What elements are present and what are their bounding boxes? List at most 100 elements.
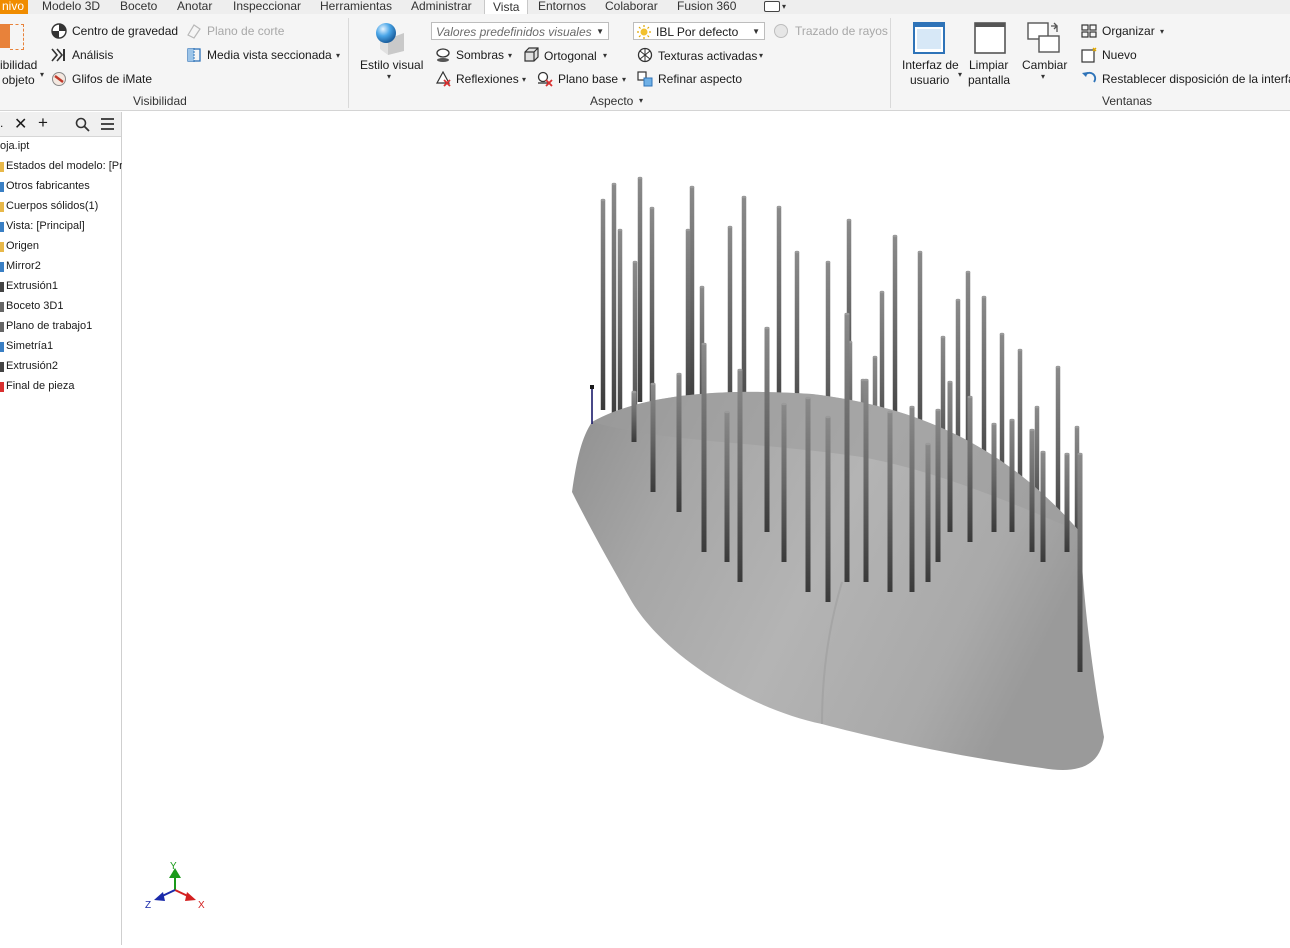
chevron-down-icon[interactable]: ▾ bbox=[603, 51, 607, 60]
tab-colaborar[interactable]: Colaborar bbox=[605, 0, 658, 14]
chevron-down-icon[interactable]: ▾ bbox=[1160, 27, 1164, 36]
browser-node[interactable]: Estados del modelo: [Pri bbox=[0, 160, 125, 172]
chevron-down-icon[interactable]: ▾ bbox=[639, 96, 643, 105]
pin-rod bbox=[689, 187, 695, 412]
pin-rod bbox=[1077, 454, 1083, 672]
clean-screen-label-1[interactable]: Limpiar bbox=[969, 58, 1008, 72]
browser-node[interactable]: Vista: [Principal] bbox=[0, 220, 85, 232]
browser-node[interactable]: Otros fabricantes bbox=[0, 180, 90, 192]
panel-toggle-icon[interactable] bbox=[764, 1, 780, 12]
chevron-down-icon[interactable]: ▾ bbox=[622, 75, 626, 84]
model-browser: . ✕ + oja.ipt Estados del modelo: [Pri Ot… bbox=[0, 112, 125, 945]
browser-node-label: Mirror2 bbox=[6, 260, 41, 272]
tab-modelo-3d[interactable]: Modelo 3D bbox=[42, 0, 100, 14]
add-icon[interactable]: + bbox=[38, 113, 48, 133]
tab-entornos[interactable]: Entornos bbox=[538, 0, 586, 14]
pin-rod-cap bbox=[999, 332, 1005, 336]
switch-window-button[interactable]: Cambiar bbox=[1022, 58, 1067, 72]
textures-button[interactable]: Texturas activadas bbox=[658, 49, 757, 63]
section-plane-button[interactable]: Plano de corte bbox=[207, 24, 284, 38]
visual-presets-dropdown[interactable]: Valores predefinidos visuales ▼ bbox=[431, 22, 609, 40]
user-interface-label-2[interactable]: usuario bbox=[910, 73, 949, 87]
refine-appearance-icon bbox=[637, 71, 653, 87]
pin-rod-cap bbox=[600, 198, 606, 202]
imate-glyphs-button[interactable]: Glifos de iMate bbox=[72, 72, 152, 86]
pin-rod bbox=[967, 397, 973, 542]
chevron-down-icon[interactable]: ▾ bbox=[958, 70, 962, 79]
pin-rod bbox=[1029, 430, 1035, 552]
visual-style-button[interactable]: Estilo visual bbox=[360, 58, 423, 72]
reflections-button[interactable]: Reflexiones bbox=[456, 72, 519, 86]
close-icon[interactable]: ✕ bbox=[14, 114, 27, 134]
pin-rod-cap bbox=[737, 368, 743, 372]
object-visibility-icon[interactable] bbox=[0, 24, 10, 48]
browser-node-icon bbox=[0, 202, 4, 212]
tab-herramientas[interactable]: Herramientas bbox=[320, 0, 392, 14]
pin-rod-cap bbox=[1029, 428, 1035, 432]
browser-node[interactable]: Extrusión1 bbox=[0, 280, 58, 292]
pin-rod-cap bbox=[676, 372, 682, 376]
browser-node[interactable]: Extrusión2 bbox=[0, 360, 58, 372]
browser-file-node[interactable]: oja.ipt bbox=[0, 140, 29, 152]
browser-node[interactable]: Plano de trabajo1 bbox=[0, 320, 92, 332]
reset-layout-button[interactable]: Restablecer disposición de la interfa bbox=[1102, 72, 1290, 86]
ibl-dropdown[interactable]: IBL Por defecto ▼ bbox=[633, 22, 765, 40]
pin-rod bbox=[991, 424, 997, 532]
browser-node[interactable]: Final de pieza bbox=[0, 380, 75, 392]
pin-rod-cap bbox=[724, 410, 730, 414]
ground-plane-button[interactable]: Plano base bbox=[558, 72, 618, 86]
chevron-down-icon[interactable]: ▾ bbox=[1041, 72, 1045, 81]
tab-file[interactable]: nivo bbox=[0, 0, 29, 14]
panel-label-visibilidad: Visibilidad bbox=[133, 94, 187, 108]
orthographic-icon bbox=[524, 47, 539, 62]
browser-node-icon bbox=[0, 302, 4, 312]
menu-icon[interactable] bbox=[100, 117, 115, 131]
browser-node[interactable]: Origen bbox=[0, 240, 39, 252]
object-visibility-label-1[interactable]: ibilidad bbox=[0, 58, 37, 72]
model-render[interactable] bbox=[122, 112, 1290, 945]
half-section-view-button[interactable]: Media vista seccionada bbox=[207, 48, 332, 62]
chevron-down-icon[interactable]: ▾ bbox=[336, 51, 340, 60]
browser-node-label: Boceto 3D1 bbox=[6, 300, 64, 312]
ibl-sun-icon bbox=[637, 25, 651, 39]
analysis-button[interactable]: Análisis bbox=[72, 48, 113, 62]
pin-rod-cap bbox=[872, 355, 878, 359]
new-window-button[interactable]: Nuevo bbox=[1102, 48, 1137, 62]
tab-boceto[interactable]: Boceto bbox=[120, 0, 157, 14]
pin-rod-cap bbox=[649, 206, 655, 210]
chevron-down-icon[interactable]: ▾ bbox=[40, 70, 44, 79]
tab-anotar[interactable]: Anotar bbox=[177, 0, 212, 14]
tab-inspeccionar[interactable]: Inspeccionar bbox=[233, 0, 301, 14]
orthographic-button[interactable]: Ortogonal bbox=[544, 49, 597, 63]
user-interface-label-1[interactable]: Interfaz de bbox=[902, 58, 959, 72]
clean-screen-label-2[interactable]: pantalla bbox=[968, 73, 1010, 87]
chevron-down-icon[interactable]: ▾ bbox=[759, 51, 763, 60]
pin-rod-cap bbox=[776, 205, 782, 209]
ray-tracing-button[interactable]: Trazado de rayos bbox=[795, 24, 888, 38]
browser-node[interactable]: Mirror2 bbox=[0, 260, 41, 272]
chevron-down-icon[interactable]: ▾ bbox=[782, 2, 786, 11]
chevron-down-icon[interactable]: ▾ bbox=[387, 72, 391, 81]
search-icon[interactable] bbox=[75, 117, 90, 132]
pin-rod-cap bbox=[1064, 452, 1070, 456]
browser-tab-truncated[interactable]: . bbox=[0, 116, 3, 130]
tab-fusion-360[interactable]: Fusion 360 bbox=[677, 0, 736, 14]
browser-node-label: Extrusión2 bbox=[6, 360, 58, 372]
object-visibility-label-2[interactable]: objeto bbox=[2, 73, 35, 87]
refine-appearance-button[interactable]: Refinar aspecto bbox=[658, 72, 742, 86]
chevron-down-icon[interactable]: ▾ bbox=[522, 75, 526, 84]
browser-node[interactable]: Boceto 3D1 bbox=[0, 300, 64, 312]
center-of-gravity-button[interactable]: Centro de gravedad bbox=[72, 24, 178, 38]
browser-node-icon bbox=[0, 262, 4, 272]
tab-administrar[interactable]: Administrar bbox=[411, 0, 472, 14]
arrange-button[interactable]: Organizar bbox=[1102, 24, 1155, 38]
browser-node[interactable]: Simetría1 bbox=[0, 340, 53, 352]
chevron-down-icon[interactable]: ▾ bbox=[508, 51, 512, 60]
browser-header: . ✕ + bbox=[0, 112, 121, 137]
tab-vista[interactable]: Vista bbox=[484, 0, 529, 15]
browser-node[interactable]: Cuerpos sólidos(1) bbox=[0, 200, 98, 212]
graphics-viewport[interactable]: Y X Z bbox=[122, 112, 1290, 945]
shadows-button[interactable]: Sombras bbox=[456, 48, 504, 62]
pin-rod-cap bbox=[794, 250, 800, 254]
pin-rod bbox=[676, 374, 682, 512]
